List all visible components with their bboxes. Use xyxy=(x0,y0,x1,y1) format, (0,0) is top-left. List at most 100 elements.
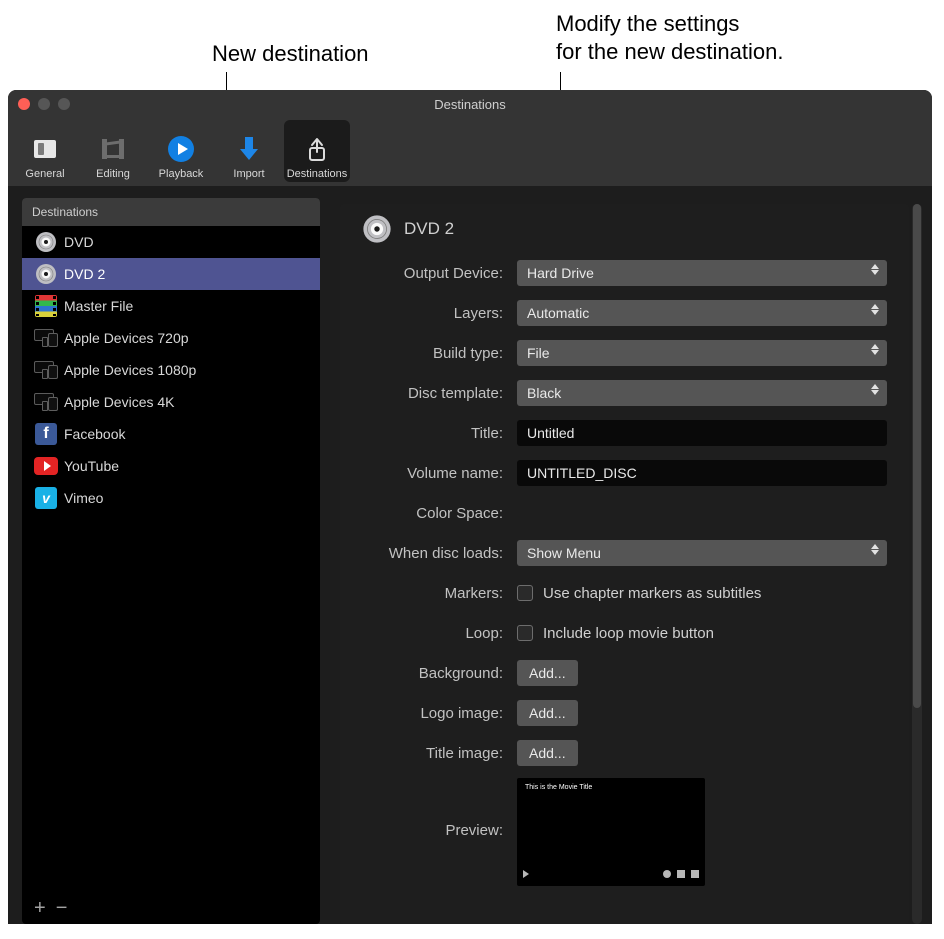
tab-general[interactable]: General xyxy=(12,120,78,182)
minimize-window-button[interactable] xyxy=(38,98,50,110)
destinations-icon xyxy=(300,132,334,166)
preview-play-icon xyxy=(523,870,529,878)
toolbar: General Editing Playback Import xyxy=(8,118,932,186)
label-volume-name: Volume name: xyxy=(362,465,517,482)
destinations-list: DVD DVD 2 Master File Apple xyxy=(22,226,320,514)
general-icon xyxy=(28,132,62,166)
apple-devices-icon xyxy=(34,358,58,382)
tab-destinations[interactable]: Destinations xyxy=(284,120,350,182)
label-disc-template: Disc template: xyxy=(362,385,517,402)
preview-control-icon xyxy=(663,870,671,878)
build-type-select[interactable]: File xyxy=(517,340,887,366)
destination-item-label: Apple Devices 1080p xyxy=(64,362,196,378)
tab-editing[interactable]: Editing xyxy=(80,120,146,182)
when-disc-loads-value: Show Menu xyxy=(527,545,601,561)
layers-select[interactable]: Automatic xyxy=(517,300,887,326)
disc-template-value: Black xyxy=(527,385,561,401)
destination-item-label: DVD xyxy=(64,234,94,250)
disc-icon xyxy=(362,214,392,244)
disc-icon xyxy=(34,230,58,254)
label-build-type: Build type: xyxy=(362,345,517,362)
destination-item-label: Apple Devices 4K xyxy=(64,394,175,410)
settings-title: DVD 2 xyxy=(404,219,454,239)
apple-devices-icon xyxy=(34,390,58,414)
tab-label: Playback xyxy=(159,168,204,180)
close-window-button[interactable] xyxy=(18,98,30,110)
remove-destination-button[interactable]: − xyxy=(56,898,68,918)
preferences-window: Destinations General Editing Playback xyxy=(8,90,932,924)
destination-item-label: Facebook xyxy=(64,426,125,442)
destination-item-apple-4k[interactable]: Apple Devices 4K xyxy=(22,386,320,418)
tab-label: General xyxy=(25,168,64,180)
apple-devices-icon xyxy=(34,326,58,350)
destination-item-master-file[interactable]: Master File xyxy=(22,290,320,322)
label-title: Title: xyxy=(362,425,517,442)
scrollbar-thumb[interactable] xyxy=(913,204,921,708)
build-type-value: File xyxy=(527,345,550,361)
vertical-scrollbar[interactable] xyxy=(912,204,922,924)
label-layers: Layers: xyxy=(362,305,517,322)
destination-item-label: Apple Devices 720p xyxy=(64,330,189,346)
sidebar-header: Destinations xyxy=(22,198,320,226)
destinations-sidebar: Destinations DVD DVD 2 xyxy=(22,198,320,924)
title-image-add-button[interactable]: Add... xyxy=(517,740,578,766)
tab-label: Import xyxy=(233,168,264,180)
sidebar-footer: + − xyxy=(22,892,320,924)
volume-name-input[interactable] xyxy=(517,460,887,486)
add-destination-button[interactable]: + xyxy=(34,898,46,918)
tab-label: Editing xyxy=(96,168,130,180)
destination-item-youtube[interactable]: YouTube xyxy=(22,450,320,482)
preview-title-text: This is the Movie Title xyxy=(525,784,592,791)
destination-item-dvd-2[interactable]: DVD 2 xyxy=(22,258,320,290)
label-markers: Markers: xyxy=(362,585,517,602)
youtube-icon xyxy=(34,454,58,478)
traffic-lights xyxy=(18,98,70,110)
facebook-icon: f xyxy=(34,422,58,446)
title-bar: Destinations xyxy=(8,90,932,118)
label-when-disc-loads: When disc loads: xyxy=(362,545,517,562)
output-device-select[interactable]: Hard Drive xyxy=(517,260,887,286)
editing-icon xyxy=(96,132,130,166)
background-add-button[interactable]: Add... xyxy=(517,660,578,686)
destination-item-dvd[interactable]: DVD xyxy=(22,226,320,258)
disc-template-select[interactable]: Black xyxy=(517,380,887,406)
destination-item-vimeo[interactable]: v Vimeo xyxy=(22,482,320,514)
loop-checkbox-label: Include loop movie button xyxy=(543,625,714,642)
title-input[interactable] xyxy=(517,420,887,446)
annotation-left: New destination xyxy=(212,40,369,68)
label-background: Background: xyxy=(362,665,517,682)
label-loop: Loop: xyxy=(362,625,517,642)
preview-thumbnail: This is the Movie Title xyxy=(517,778,705,886)
markers-checkbox-label: Use chapter markers as subtitles xyxy=(543,585,761,602)
destination-item-label: YouTube xyxy=(64,458,119,474)
destination-item-apple-1080p[interactable]: Apple Devices 1080p xyxy=(22,354,320,386)
tab-playback[interactable]: Playback xyxy=(148,120,214,182)
logo-image-add-button[interactable]: Add... xyxy=(517,700,578,726)
destination-item-apple-720p[interactable]: Apple Devices 720p xyxy=(22,322,320,354)
destination-item-label: Master File xyxy=(64,298,133,314)
output-device-value: Hard Drive xyxy=(527,265,594,281)
label-color-space: Color Space: xyxy=(362,505,517,522)
loop-checkbox[interactable] xyxy=(517,625,533,641)
tab-label: Destinations xyxy=(287,168,348,180)
tab-import[interactable]: Import xyxy=(216,120,282,182)
layers-value: Automatic xyxy=(527,305,589,321)
label-title-image: Title image: xyxy=(362,745,517,762)
destination-settings-panel: DVD 2 Output Device: Hard Drive Layers: … xyxy=(328,186,932,924)
window-title: Destinations xyxy=(8,97,932,112)
playback-icon xyxy=(164,132,198,166)
destination-item-facebook[interactable]: f Facebook xyxy=(22,418,320,450)
label-logo-image: Logo image: xyxy=(362,705,517,722)
film-icon xyxy=(34,294,58,318)
preview-controls xyxy=(523,868,699,880)
vimeo-icon: v xyxy=(34,486,58,510)
when-disc-loads-select[interactable]: Show Menu xyxy=(517,540,887,566)
preview-control-icon xyxy=(691,870,699,878)
preview-control-icon xyxy=(677,870,685,878)
destination-item-label: Vimeo xyxy=(64,490,103,506)
markers-checkbox[interactable] xyxy=(517,585,533,601)
zoom-window-button[interactable] xyxy=(58,98,70,110)
label-preview: Preview: xyxy=(362,778,517,839)
import-icon xyxy=(232,132,266,166)
label-output-device: Output Device: xyxy=(362,265,517,282)
